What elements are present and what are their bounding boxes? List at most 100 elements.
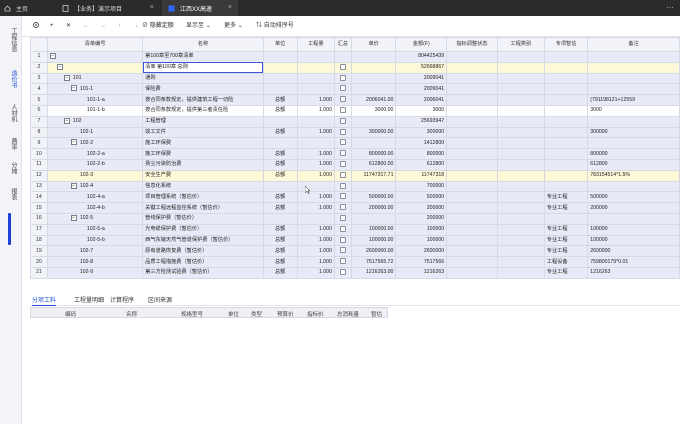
provisional-cell[interactable]: 专业工程 bbox=[543, 202, 589, 214]
unit-cell[interactable] bbox=[262, 115, 298, 128]
move-right-icon[interactable]: → bbox=[100, 21, 106, 31]
unit-price-cell[interactable]: 200000.00 bbox=[350, 202, 397, 214]
provisional-cell[interactable] bbox=[543, 169, 589, 182]
provisional-cell[interactable]: 专业工程 bbox=[543, 234, 589, 247]
move-up-icon[interactable]: ↑ bbox=[118, 21, 121, 31]
summary-checkbox[interactable] bbox=[339, 236, 346, 243]
code-cell[interactable]: −102 bbox=[46, 115, 144, 128]
code-cell[interactable]: −102-2 bbox=[46, 137, 144, 150]
tab-home[interactable]: 主页 bbox=[4, 0, 52, 16]
unit-price-cell[interactable] bbox=[350, 212, 397, 225]
unit-price-cell[interactable]: 612800.00 bbox=[350, 158, 397, 171]
tab-calc-program[interactable]: 计算程序 bbox=[110, 295, 134, 306]
quantity-cell[interactable]: 1.000 bbox=[296, 104, 335, 117]
remark-cell[interactable] bbox=[587, 83, 680, 96]
renumber-button[interactable]: ⇅ 自动排序号 bbox=[256, 21, 294, 31]
amount-cell[interactable]: 52668867 bbox=[395, 61, 448, 74]
summary-checkbox[interactable] bbox=[339, 128, 346, 135]
name-cell[interactable]: 第三方检测试验费（暂估价） bbox=[142, 266, 264, 279]
provisional-cell[interactable]: 专业工程 bbox=[543, 245, 589, 258]
remark-cell[interactable]: 800000 bbox=[587, 148, 680, 160]
code-cell[interactable]: − bbox=[46, 51, 144, 63]
summary-cell[interactable] bbox=[333, 245, 352, 258]
unit-cell[interactable] bbox=[262, 212, 298, 225]
name-cell[interactable]: 清单 第100章 总则 bbox=[142, 61, 264, 74]
remark-cell[interactable] bbox=[587, 72, 680, 85]
code-cell[interactable]: −102-5 bbox=[46, 212, 144, 225]
category-cell[interactable] bbox=[496, 72, 545, 85]
amount-cell[interactable]: 300000 bbox=[395, 126, 448, 139]
unit-cell[interactable]: 总额 bbox=[262, 104, 298, 117]
amount-cell[interactable]: 500000 bbox=[395, 191, 448, 204]
code-cell[interactable]: 102-5-a bbox=[46, 223, 144, 236]
sidebar-item-materials[interactable]: 人材机 bbox=[8, 104, 16, 122]
unit-cell[interactable]: 总额 bbox=[262, 158, 298, 171]
summary-cell[interactable] bbox=[333, 61, 352, 74]
category-cell[interactable] bbox=[496, 256, 545, 268]
category-cell[interactable] bbox=[496, 169, 545, 182]
row-number-cell[interactable]: 1 bbox=[30, 51, 48, 63]
name-cell[interactable]: 保险费 bbox=[142, 83, 264, 96]
amount-cell[interactable]: 2006041 bbox=[395, 94, 448, 106]
quantity-cell[interactable]: 1.000 bbox=[296, 266, 335, 279]
column-header[interactable]: 金额(F) bbox=[395, 37, 448, 52]
summary-cell[interactable] bbox=[333, 126, 352, 139]
code-cell[interactable]: − bbox=[46, 61, 144, 74]
summary-checkbox[interactable] bbox=[339, 258, 346, 265]
unit-cell[interactable]: 总额 bbox=[262, 202, 298, 214]
category-cell[interactable] bbox=[496, 83, 545, 96]
quantity-cell[interactable]: 1.000 bbox=[296, 191, 335, 204]
row-number-cell[interactable]: 8 bbox=[30, 126, 48, 139]
unit-price-cell[interactable]: 300000.00 bbox=[350, 126, 397, 139]
row-number-cell[interactable]: 18 bbox=[30, 234, 48, 247]
name-cell[interactable]: 施工环保费 bbox=[142, 137, 264, 150]
unit-cell[interactable]: 总额 bbox=[262, 234, 298, 247]
provisional-cell[interactable]: 专业工程 bbox=[543, 223, 589, 236]
display-to-dropdown[interactable]: 显示至 ⌄ bbox=[186, 21, 211, 31]
amount-cell[interactable]: 1412800 bbox=[395, 137, 448, 150]
table-row[interactable]: 3−101 通则 2009041 bbox=[30, 72, 680, 85]
row-number-cell[interactable]: 4 bbox=[30, 83, 48, 96]
row-number-cell[interactable]: 9 bbox=[30, 137, 48, 150]
tab-item-materials[interactable]: 分项工料 bbox=[32, 295, 57, 306]
add-icon[interactable]: + bbox=[50, 21, 54, 31]
summary-cell[interactable] bbox=[333, 191, 352, 204]
row-number-cell[interactable]: 19 bbox=[30, 245, 48, 258]
hide-quota-button[interactable]: ⊘ 隐藏定额 bbox=[142, 21, 174, 31]
category-cell[interactable] bbox=[496, 234, 545, 247]
tab-jiangxi-project[interactable]: 江西XX高速 × bbox=[162, 0, 238, 16]
amount-cell[interactable]: 100000 bbox=[395, 223, 448, 236]
collapse-toggle-icon[interactable]: − bbox=[56, 63, 63, 70]
remark-cell[interactable] bbox=[587, 212, 680, 225]
table-row[interactable]: 9−102-2 施工环保费 1412800 bbox=[30, 137, 680, 150]
name-cell[interactable]: 按合同条款规定，提供第三者责任险 bbox=[142, 104, 264, 117]
amount-cell[interactable]: 2600000 bbox=[395, 245, 448, 258]
sidebar-item-rates[interactable]: 费率 bbox=[8, 138, 16, 150]
summary-cell[interactable] bbox=[333, 202, 352, 214]
quantity-cell[interactable]: 1.000 bbox=[296, 202, 335, 214]
adjust-status-cell[interactable] bbox=[446, 234, 498, 247]
unit-price-cell[interactable] bbox=[350, 72, 397, 85]
amount-cell[interactable]: 1216263 bbox=[395, 266, 448, 279]
collapse-toggle-icon[interactable]: − bbox=[63, 74, 70, 81]
provisional-cell[interactable] bbox=[543, 180, 589, 193]
unit-price-cell[interactable] bbox=[350, 137, 397, 150]
table-row[interactable]: 19 102-7 原有道路恢复费（暂估价） 总额 1.000 2600000.00 2600… bbox=[30, 245, 680, 258]
quantity-cell[interactable] bbox=[296, 83, 335, 96]
adjust-status-cell[interactable] bbox=[446, 245, 498, 258]
summary-checkbox[interactable] bbox=[339, 107, 346, 113]
code-cell[interactable]: 101-1-b bbox=[46, 104, 144, 117]
adjust-status-cell[interactable] bbox=[446, 158, 498, 171]
quantity-cell[interactable] bbox=[296, 212, 335, 225]
provisional-cell[interactable] bbox=[543, 72, 589, 85]
remark-cell[interactable]: 1216263 bbox=[587, 266, 680, 279]
code-cell[interactable]: −101 bbox=[46, 72, 144, 85]
table-row[interactable]: 14 102-4-a 项目管理系统（暂估价） 总额 1.000 500000.00 5000… bbox=[30, 191, 680, 204]
collapse-toggle-icon[interactable]: − bbox=[49, 53, 56, 60]
amount-cell[interactable]: 7517566 bbox=[395, 256, 448, 268]
summary-cell[interactable] bbox=[333, 158, 352, 171]
column-header[interactable]: 类型 bbox=[251, 310, 262, 318]
column-header[interactable]: 名称 bbox=[126, 310, 137, 318]
quantity-cell[interactable]: 1.000 bbox=[296, 234, 335, 247]
row-number-cell[interactable]: 6 bbox=[30, 104, 48, 117]
